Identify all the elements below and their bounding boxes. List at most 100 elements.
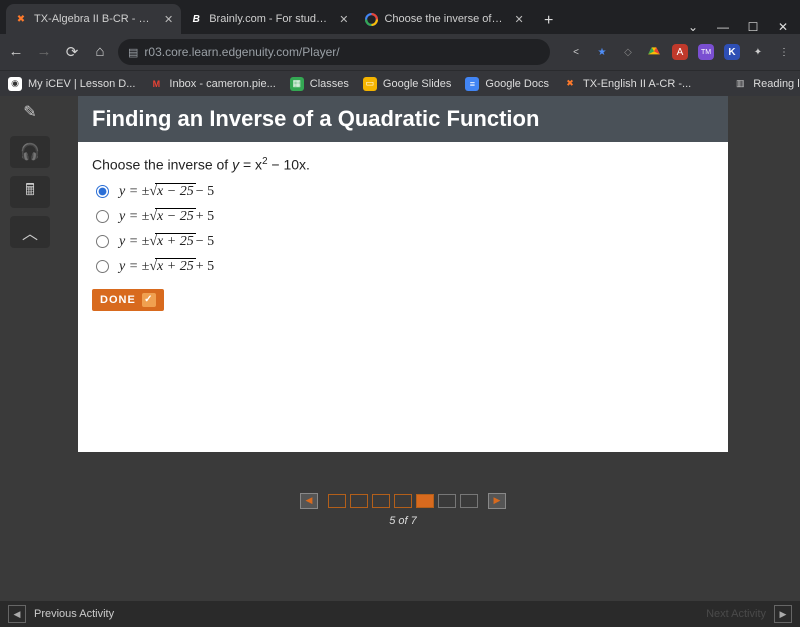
bookmark-4-label: Google Docs — [485, 78, 549, 90]
pager-step-6[interactable] — [438, 494, 456, 508]
pager-step-7[interactable] — [460, 494, 478, 508]
option-3-math: y = ±√x + 25 + 5 — [119, 258, 214, 275]
tab-strip: ✖ TX-Algebra II B-CR - Edgenuity.co ✕ B … — [0, 0, 800, 34]
next-activity-label: Next Activity — [706, 608, 766, 620]
close-icon[interactable]: ✕ — [164, 13, 173, 26]
chevron-down-icon[interactable]: ⌄ — [686, 20, 700, 34]
drive-icon[interactable] — [646, 44, 662, 60]
browser-toolbar: ← → ⟳ ⌂ ▤ r03.core.learn.edgenuity.com/P… — [0, 34, 800, 70]
pager-step-4[interactable] — [394, 494, 412, 508]
tab-2[interactable]: Choose the inverse of y = x2 − 1 ✕ — [356, 4, 531, 34]
done-button[interactable]: DONE ✓ — [92, 289, 164, 311]
side-rail: ✎ 🎧 🖩 ︿ — [10, 96, 58, 248]
bookmark-star-icon[interactable]: ★ — [594, 44, 610, 60]
pager-step-2[interactable] — [350, 494, 368, 508]
share-icon[interactable]: < — [568, 44, 584, 60]
check-icon: ✓ — [142, 293, 156, 307]
shield-icon[interactable]: ◇ — [620, 44, 636, 60]
url-text: r03.core.learn.edgenuity.com/Player/ — [144, 45, 339, 59]
bookmark-5-label: TX-English II A-CR -... — [583, 78, 691, 90]
new-tab-button[interactable]: + — [536, 8, 562, 34]
bookmark-4[interactable]: ≡Google Docs — [465, 77, 549, 91]
maximize-button[interactable]: ☐ — [746, 20, 760, 34]
option-2[interactable]: y = ±√x + 25 − 5 — [96, 233, 714, 250]
pager-step-5[interactable] — [416, 494, 434, 508]
option-2-math: y = ±√x + 25 − 5 — [119, 233, 214, 250]
close-icon[interactable]: ✕ — [514, 13, 523, 26]
bookmarks-bar: ◉My iCEV | Lesson D... MInbox - cameron.… — [0, 70, 800, 96]
pager-label: 5 of 7 — [78, 515, 728, 527]
pager-next-button[interactable]: ▶ — [488, 493, 506, 509]
bookmark-1-label: Inbox - cameron.pie... — [169, 78, 275, 90]
bookmark-5[interactable]: ✖TX-English II A-CR -... — [563, 77, 691, 91]
option-0-radio[interactable] — [96, 185, 109, 198]
pager-step-1[interactable] — [328, 494, 346, 508]
ext-tm-icon[interactable]: TM — [698, 44, 714, 60]
edgenuity-page: ✎ 🎧 🖩 ︿ Finding an Inverse of a Quadrati… — [0, 96, 800, 601]
bookmark-3[interactable]: ▭Google Slides — [363, 77, 452, 91]
answer-options: y = ±√x − 25 − 5 y = ±√x − 25 + 5 y = ±√… — [92, 183, 714, 275]
next-activity-arrow[interactable]: ▶ — [774, 605, 792, 623]
reading-list-label: Reading list — [753, 78, 800, 90]
option-0[interactable]: y = ±√x − 25 − 5 — [96, 183, 714, 200]
extensions-icon[interactable]: ✦ — [750, 44, 766, 60]
reading-list-button[interactable]: ▥Reading list — [733, 77, 800, 91]
tab-1[interactable]: B Brainly.com - For students. By st ✕ — [181, 4, 356, 34]
minimize-button[interactable]: — — [716, 20, 730, 34]
bookmark-0[interactable]: ◉My iCEV | Lesson D... — [8, 77, 135, 91]
rail-annotate-icon[interactable]: ✎ — [10, 96, 50, 128]
tab-0-title: TX-Algebra II B-CR - Edgenuity.co — [34, 13, 154, 25]
nav-icons: ← → ⟳ ⌂ — [8, 43, 108, 61]
pdf-icon[interactable]: A — [672, 44, 688, 60]
bookmark-2[interactable]: ▦Classes — [290, 77, 349, 91]
bookmark-0-label: My iCEV | Lesson D... — [28, 78, 135, 90]
site-info-icon[interactable]: ▤ — [128, 46, 138, 59]
prompt-rhs-b: − 10x. — [268, 157, 310, 173]
home-button[interactable]: ⌂ — [92, 43, 108, 61]
option-3[interactable]: y = ±√x + 25 + 5 — [96, 258, 714, 275]
lesson-body: Choose the inverse of y = x2 − 10x. y = … — [78, 142, 728, 452]
favicon-google — [364, 12, 378, 26]
favicon-brainly: B — [189, 12, 203, 26]
toolbar-right-icons: < ★ ◇ A TM K ✦ ⋮ — [560, 44, 792, 60]
tab-0[interactable]: ✖ TX-Algebra II B-CR - Edgenuity.co ✕ — [6, 4, 181, 34]
menu-icon[interactable]: ⋮ — [776, 44, 792, 60]
lesson-container: Finding an Inverse of a Quadratic Functi… — [78, 96, 728, 452]
address-bar[interactable]: ▤ r03.core.learn.edgenuity.com/Player/ — [118, 39, 550, 65]
close-window-button[interactable]: ✕ — [776, 20, 790, 34]
option-1[interactable]: y = ±√x − 25 + 5 — [96, 208, 714, 225]
bookmark-3-label: Google Slides — [383, 78, 452, 90]
prev-activity-arrow[interactable]: ◀ — [8, 605, 26, 623]
question-prompt: Choose the inverse of y = x2 − 10x. — [92, 156, 714, 173]
lesson-header: Finding an Inverse of a Quadratic Functi… — [78, 96, 728, 142]
pager-step-3[interactable] — [372, 494, 390, 508]
pager-prev-button[interactable]: ◀ — [300, 493, 318, 509]
window-controls: ⌄ — ☐ ✕ — [686, 20, 800, 34]
frame-pager: ◀ ▶ 5 of 7 — [78, 490, 728, 527]
rail-collapse-icon[interactable]: ︿ — [10, 216, 50, 248]
close-icon[interactable]: ✕ — [339, 13, 348, 26]
activity-footer: ◀ Previous Activity Next Activity ▶ — [0, 601, 800, 627]
reload-button[interactable]: ⟳ — [64, 43, 80, 61]
rail-calculator-icon[interactable]: 🖩 — [10, 176, 50, 208]
forward-button[interactable]: → — [36, 43, 52, 61]
tab-1-title: Brainly.com - For students. By st — [209, 13, 329, 25]
done-label: DONE — [100, 294, 136, 306]
option-1-math: y = ±√x − 25 + 5 — [119, 208, 214, 225]
favicon-edgenuity: ✖ — [14, 12, 28, 26]
back-button[interactable]: ← — [8, 43, 24, 61]
lesson-title: Finding an Inverse of a Quadratic Functi… — [92, 106, 539, 132]
prompt-rhs-a: = x — [239, 157, 262, 173]
rail-audio-icon[interactable]: 🎧 — [10, 136, 50, 168]
pager-boxes: ◀ ▶ — [294, 493, 512, 509]
option-2-radio[interactable] — [96, 235, 109, 248]
bookmark-2-label: Classes — [310, 78, 349, 90]
option-0-math: y = ±√x − 25 − 5 — [119, 183, 214, 200]
bookmark-1[interactable]: MInbox - cameron.pie... — [149, 77, 275, 91]
option-1-radio[interactable] — [96, 210, 109, 223]
tab-2-title: Choose the inverse of y = x2 − 1 — [384, 13, 504, 25]
prompt-prefix: Choose the inverse of — [92, 157, 232, 173]
prev-activity-label[interactable]: Previous Activity — [34, 608, 114, 620]
ext-k-icon[interactable]: K — [724, 44, 740, 60]
option-3-radio[interactable] — [96, 260, 109, 273]
